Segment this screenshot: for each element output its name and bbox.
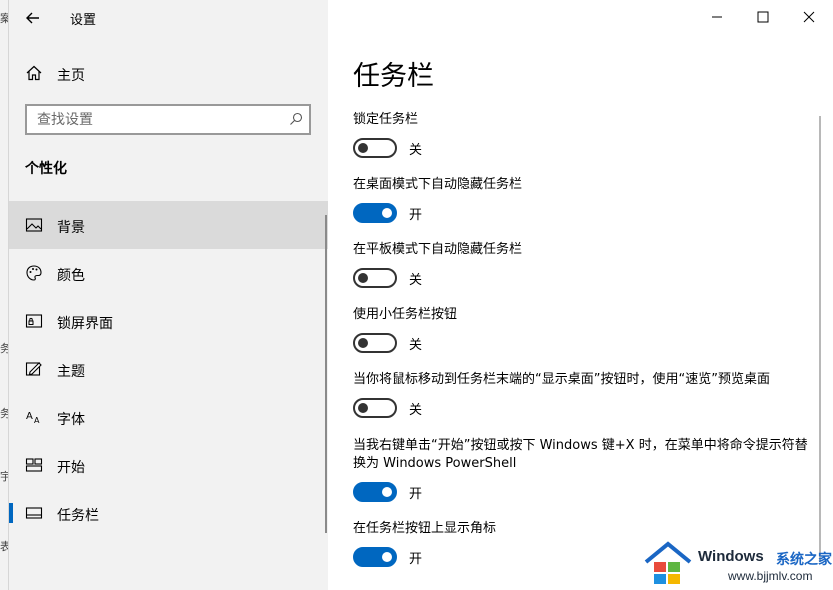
badges-toggle[interactable] [353,547,397,567]
autohide-tablet-toggle[interactable] [353,268,397,288]
selection-indicator [9,503,13,523]
setting-description: 在桌面模式下自动隐藏任务栏 [353,177,523,192]
toggle-state-label: 关 [409,273,423,288]
sidebar-item-label: 颜色 [57,268,85,284]
sidebar-item-label: 主题 [57,364,85,380]
toggle-knob [358,338,368,348]
sidebar-item-label: 字体 [57,412,85,428]
image-icon [25,218,43,232]
sidebar-item-start[interactable]: 开始 [9,441,328,489]
sidebar-item-home[interactable]: 主页 [9,58,328,90]
sidebar-item-label: 锁屏界面 [57,316,113,332]
sidebar-item-label: 任务栏 [57,508,99,524]
toggle-state-label: 关 [409,143,423,158]
sidebar-item-label: 背景 [57,220,85,236]
windows-logo-house-icon [644,541,692,584]
setting-small-buttons: 使用小任务栏按钮 关 [353,306,813,355]
toggle-knob [382,487,392,497]
watermark-cn: 系统之家 [776,552,832,568]
watermark: Windows 系统之家 www.bjjmlv.com [640,536,833,590]
toggle-state-label: 关 [409,338,423,353]
setting-description: 锁定任务栏 [353,112,419,127]
lock-taskbar-toggle[interactable] [353,138,397,158]
svg-text:A: A [26,411,33,422]
search-input[interactable] [35,111,279,129]
palette-icon [26,265,42,281]
setting-lock-taskbar: 锁定任务栏 关 [353,111,813,160]
toggle-state-label: 开 [409,552,423,567]
content-scrollbar[interactable] [819,116,821,562]
setting-powershell: 当我右键单击“开始”按钮或按下 Windows 键+X 时，在菜单中将命令提示符… [353,437,813,504]
sidebar-item-themes[interactable]: 主题 [9,345,328,393]
toggle-state-label: 开 [409,208,423,223]
setting-peek: 当你将鼠标移动到任务栏末端的“显示桌面”按钮时，使用“速览”预览桌面 关 [353,371,813,420]
toggle-knob [382,552,392,562]
sidebar-item-fonts[interactable]: A A 字体 [9,393,328,441]
toggle-knob [358,273,368,283]
lock-screen-icon [25,314,43,328]
autohide-desktop-toggle[interactable] [353,203,397,223]
watermark-brand: Windows [698,548,764,565]
window-title: 设置 [70,13,97,28]
setting-description: 使用小任务栏按钮 [353,307,458,322]
sidebar-item-background[interactable]: 背景 [9,201,328,249]
toggle-knob [358,403,368,413]
setting-description: 当你将鼠标移动到任务栏末端的“显示桌面”按钮时，使用“速览”预览桌面 [353,372,770,387]
svg-text:A: A [34,416,40,425]
powershell-toggle[interactable] [353,482,397,502]
sidebar-nav: 背景 颜色 锁屏界面 主题 A A 字体 开始 任务栏 [9,201,328,537]
setting-autohide-tablet: 在平板模式下自动隐藏任务栏 关 [353,241,813,290]
setting-description: 当我右键单击“开始”按钮或按下 Windows 键+X 时，在菜单中将命令提示符… [353,438,808,471]
theme-icon [25,362,42,376]
watermark-url: www.bjjmlv.com [728,569,813,583]
setting-description: 在平板模式下自动隐藏任务栏 [353,242,523,257]
search-icon [290,112,303,125]
toggle-state-label: 关 [409,403,423,418]
back-arrow-icon [26,12,39,24]
page-title: 任务栏 [353,61,434,92]
search-box[interactable] [25,104,311,135]
background-window-edge: 案 务 务 宇 表 [0,0,11,590]
back-button[interactable] [21,6,45,30]
settings-window: 设置 主页 个性化 背景 [8,0,833,590]
toggle-state-label: 开 [409,487,423,502]
small-buttons-toggle[interactable] [353,333,397,353]
sidebar-item-colors[interactable]: 颜色 [9,249,328,297]
taskbar-icon [25,507,43,519]
start-icon [25,458,43,472]
sidebar-item-label: 主页 [57,68,85,84]
toggle-knob [358,143,368,153]
sidebar-scrollbar[interactable] [325,215,327,533]
section-title: 个性化 [25,161,67,177]
main-content: 任务栏 锁定任务栏 关 在桌面模式下自动隐藏任务栏 开 在平板模式下自动隐藏任务… [353,0,813,590]
font-icon: A A [26,411,40,425]
sidebar-item-label: 开始 [57,460,85,476]
sidebar-item-taskbar[interactable]: 任务栏 [9,489,328,537]
toggle-knob [382,208,392,218]
home-icon [26,65,42,81]
title-bar: 设置 [9,0,328,36]
setting-autohide-desktop: 在桌面模式下自动隐藏任务栏 开 [353,176,813,225]
sidebar: 设置 主页 个性化 背景 [9,0,328,590]
peek-toggle[interactable] [353,398,397,418]
sidebar-item-lock-screen[interactable]: 锁屏界面 [9,297,328,345]
